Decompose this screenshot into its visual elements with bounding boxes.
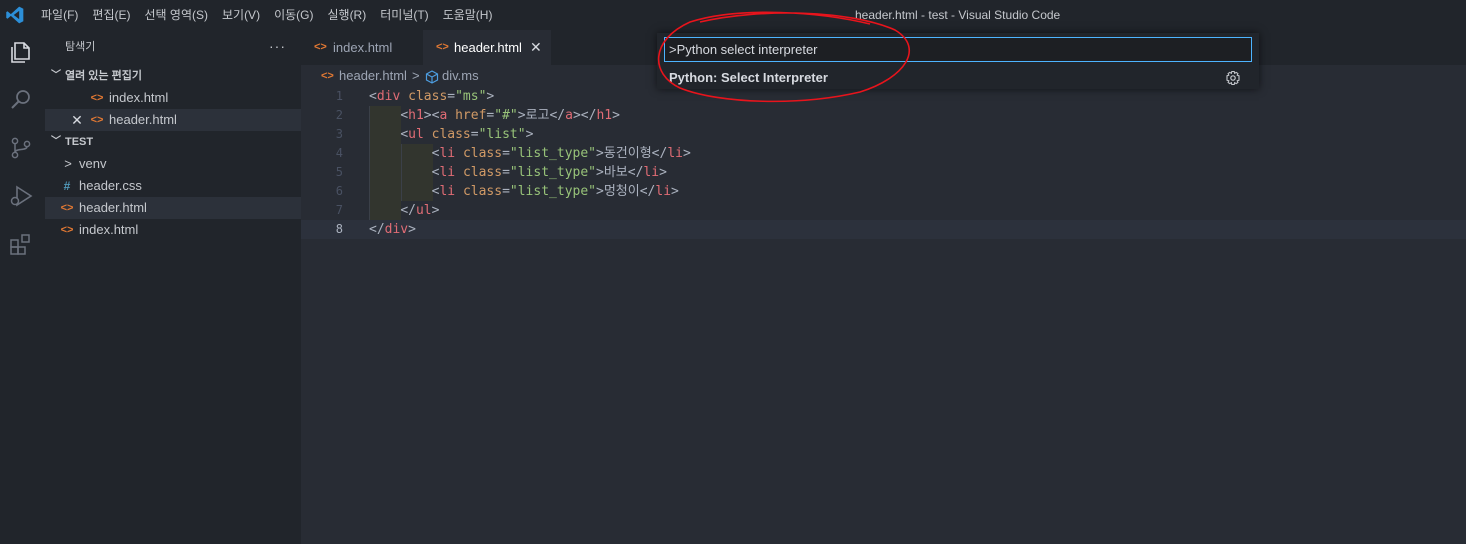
command-palette-result[interactable]: Python: Select Interpreter [657,67,1259,89]
more-actions-icon[interactable]: ··· [269,30,286,63]
result-label: Python: Select Interpreter [669,70,828,85]
window-title: header.html - test - Visual Studio Code [855,8,1061,22]
menu-selection[interactable]: 선택 영역(S) [137,0,215,30]
code-line[interactable]: 5 <li class="list_type">바보</li> [301,163,1466,182]
html-file-icon: <> [314,41,327,53]
css-file-icon: # [63,179,71,193]
menu-bar: 파일(F) 편집(E) 선택 영역(S) 보기(V) 이동(G) 실행(R) 터… [34,0,499,30]
open-editor-label: index.html [109,90,169,105]
run-debug-icon[interactable] [7,182,35,210]
chevron-down-icon: ﹀ [51,136,61,147]
line-number: 2 [335,108,343,122]
command-palette: Python: Select Interpreter [657,33,1259,89]
gear-icon[interactable] [1225,70,1241,86]
folder-section[interactable]: ﹀ TEST [45,131,301,153]
html-file-icon: <> [60,224,74,236]
tab-label: index.html [333,40,393,55]
sidebar-title: 탐색기 [65,41,96,53]
code-line[interactable]: 7 </ul> [301,201,1466,220]
line-number: 8 [335,222,343,236]
line-number: 6 [335,184,343,198]
tree-item-label: header.css [79,178,142,193]
source-control-icon[interactable] [7,134,35,162]
code-text: </ul> [400,203,440,218]
menu-view[interactable]: 보기(V) [215,0,267,30]
open-editor-item[interactable]: ✕ <> header.html [45,109,301,131]
title-bar: 파일(F) 편집(E) 선택 영역(S) 보기(V) 이동(G) 실행(R) 터… [0,0,1466,30]
line-number: 5 [335,165,343,179]
breadcrumb-separator-icon: > [412,68,420,83]
chevron-right-icon: > [64,156,72,171]
html-file-icon: <> [90,92,104,104]
code-line[interactable]: 6 <li class="list_type">멍청이</li> [301,182,1466,201]
tree-item-file[interactable]: <> index.html [45,219,301,241]
open-editor-item[interactable]: <> index.html [45,87,301,109]
explorer-sidebar: 탐색기 ··· ﹀ 열려 있는 편집기 <> index.html ✕ <> h… [45,30,301,544]
line-number: 1 [335,89,343,103]
menu-run[interactable]: 실행(R) [320,0,373,30]
line-number: 7 [335,203,343,217]
code-text: <ul class="list"> [400,127,534,142]
close-icon[interactable]: ✕ [69,109,85,131]
activity-bar [0,30,45,544]
code-line[interactable]: 2 <h1><a href="#">로고</a></h1> [301,106,1466,125]
code-text: </div> [369,222,416,237]
open-editor-label: header.html [109,112,177,127]
code-text: <li class="list_type">멍청이</li> [431,184,679,199]
tree-item-file[interactable]: # header.css [45,175,301,197]
search-icon[interactable] [7,86,35,114]
code-line-current[interactable]: 8 </div> [301,220,1466,239]
line-number: 4 [335,146,343,160]
command-palette-input[interactable] [664,37,1252,62]
code-text: <li class="list_type">동건이형</li> [431,146,691,161]
close-tab-icon[interactable]: ✕ [530,30,542,65]
extensions-icon[interactable] [7,230,35,258]
tree-item-folder[interactable]: > venv [45,153,301,175]
html-file-icon: <> [321,70,334,82]
line-number: 3 [335,127,343,141]
tab-header-html[interactable]: <> header.html ✕ [423,30,551,65]
menu-help[interactable]: 도움말(H) [436,0,500,30]
tree-item-label: venv [79,156,107,171]
open-editors-section[interactable]: ﹀ 열려 있는 편집기 [45,65,301,87]
editor-area: <> index.html <> header.html ✕ <> header… [301,30,1466,544]
menu-file[interactable]: 파일(F) [34,0,85,30]
breadcrumb-file[interactable]: header.html [339,65,407,87]
tab-label: header.html [454,40,522,55]
tree-item-file[interactable]: <> header.html [45,197,301,219]
tab-index-html[interactable]: <> index.html [301,30,423,65]
menu-go[interactable]: 이동(G) [267,0,320,30]
code-text: <div class="ms"> [369,89,495,104]
code-line[interactable]: 1 <div class="ms"> [301,87,1466,106]
menu-edit[interactable]: 편집(E) [85,0,137,30]
folder-label: TEST [65,136,94,148]
menu-terminal[interactable]: 터미널(T) [373,0,435,30]
html-file-icon: <> [60,202,74,214]
vscode-logo-icon [5,5,25,25]
html-file-icon: <> [90,114,104,126]
breadcrumb-symbol[interactable]: div.ms [442,65,479,87]
sidebar-header: 탐색기 ··· [45,30,301,65]
open-editors-label: 열려 있는 편집기 [65,70,142,82]
code-text: <li class="list_type">바보</li> [431,165,667,180]
html-file-icon: <> [436,41,449,53]
code-line[interactable]: 3 <ul class="list"> [301,125,1466,144]
tree-item-label: index.html [79,222,139,237]
explorer-icon[interactable] [7,38,35,66]
chevron-down-icon: ﹀ [51,70,61,81]
tree-item-label: header.html [79,200,147,215]
code-text: <h1><a href="#">로고</a></h1> [400,108,620,123]
code-line[interactable]: 4 <li class="list_type">동건이형</li> [301,144,1466,163]
